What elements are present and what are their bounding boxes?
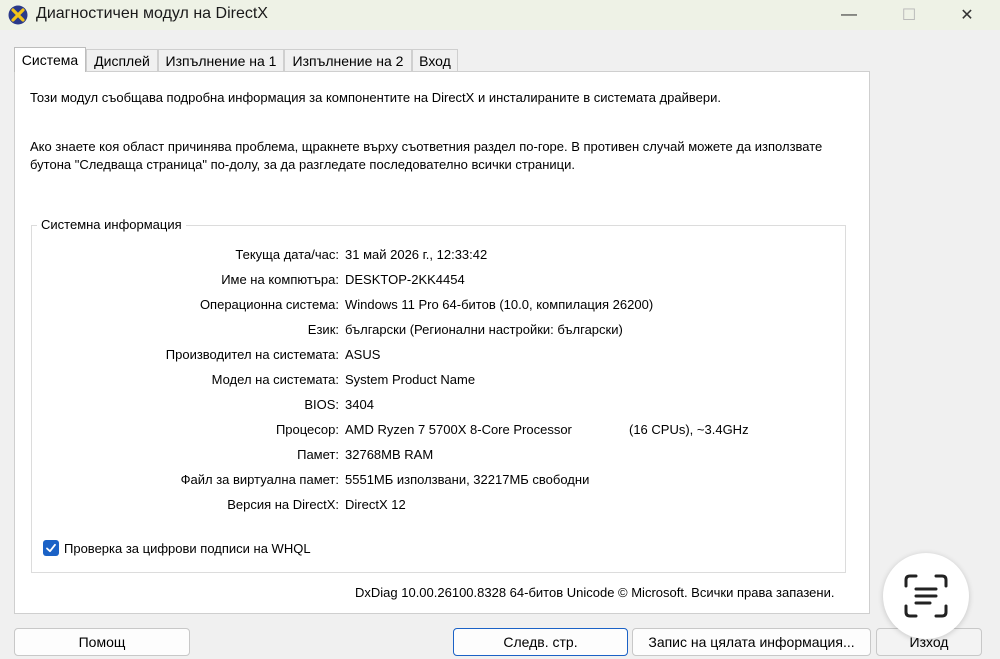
info-row-language: Език: български (Регионални настройки: б…: [32, 322, 845, 342]
system-info-legend: Системна информация: [37, 217, 186, 232]
info-value: ASUS: [345, 347, 381, 362]
intro-text: Този модул съобщава подробна информация …: [30, 90, 721, 105]
info-label: Версия на DirectX:: [227, 497, 339, 512]
info-value: 32768MB RAM: [345, 447, 434, 462]
maximize-icon: ☐: [901, 7, 917, 24]
info-row-bios: BIOS: 3404: [32, 397, 845, 417]
info-value: 5551МБ използвани, 32217МБ свободни: [345, 472, 590, 487]
save-all-info-button[interactable]: Запис на цялата информация...: [632, 628, 871, 656]
system-info-group: Системна информация Текуща дата/час: 31 …: [31, 217, 846, 573]
tab-display[interactable]: Дисплей: [86, 49, 158, 71]
info-row-computer-name: Име на компютъра: DESKTOP-2KK4454: [32, 272, 845, 292]
tab-input[interactable]: Вход: [412, 49, 458, 71]
system-tab-panel: Този модул съобщава подробна информация …: [14, 71, 870, 614]
info-value: Windows 11 Pro 64-битов (10.0, компилаци…: [345, 297, 654, 312]
help-button[interactable]: Помощ: [14, 628, 190, 656]
whql-checkbox-label[interactable]: Проверка за цифрови подписи на WHQL: [64, 541, 311, 556]
tab-render-1[interactable]: Изпълнение на 1: [158, 49, 284, 71]
info-row-os: Операционна система: Windows 11 Pro 64-б…: [32, 297, 845, 317]
info-value: DirectX 12: [345, 497, 406, 512]
info-row-datetime: Текуща дата/час: 31 май 2026 г., 12:33:4…: [32, 247, 845, 267]
info-label: Име на компютъра:: [221, 272, 339, 287]
info-value-cpu-count: (16 CPUs), ~3.4GHz: [629, 422, 749, 437]
copyright-text: DxDiag 10.00.26100.8328 64-битов Unicode…: [355, 585, 835, 600]
info-row-page-file: Файл за виртуална памет: 5551МБ използва…: [32, 472, 845, 492]
info-value: 3404: [345, 397, 374, 412]
info-label: Процесор:: [275, 422, 339, 437]
checkmark-icon: [46, 543, 56, 553]
tab-render-2[interactable]: Изпълнение на 2: [284, 49, 412, 71]
info-value: DESKTOP-2KK4454: [345, 272, 465, 287]
next-page-button[interactable]: Следв. стр.: [453, 628, 628, 656]
whql-checkbox[interactable]: [43, 540, 59, 556]
maximize-button[interactable]: ☐: [886, 0, 932, 30]
window-title: Диагностичен модул на DirectX: [36, 5, 268, 22]
tab-system[interactable]: Система: [14, 47, 86, 72]
info-label: Текуща дата/час:: [235, 247, 339, 262]
minimize-button[interactable]: —: [826, 0, 872, 30]
info-row-manufacturer: Производител на системата: ASUS: [32, 347, 845, 367]
directx-x-icon: [8, 5, 28, 25]
info-value: български (Регионални настройки: българс…: [345, 322, 623, 337]
minimize-icon: —: [841, 6, 857, 23]
close-icon: ✕: [960, 7, 974, 24]
info-row-model: Модел на системата: System Product Name: [32, 372, 845, 392]
info-label: Език:: [307, 322, 339, 337]
text-scan-icon: [904, 574, 948, 618]
close-button[interactable]: ✕: [944, 0, 990, 30]
help-text: Ако знаете коя област причинява проблема…: [30, 139, 823, 172]
info-label: BIOS:: [304, 397, 339, 412]
info-row-memory: Памет: 32768MB RAM: [32, 447, 845, 467]
info-label: Операционна система:: [199, 297, 339, 312]
info-label: Памет:: [297, 447, 339, 462]
info-row-processor: Процесор: AMD Ryzen 7 5700X 8-Core Proce…: [32, 422, 845, 442]
info-row-directx-version: Версия на DirectX: DirectX 12: [32, 497, 845, 517]
info-label: Файл за виртуална памет:: [180, 472, 339, 487]
info-value: 31 май 2026 г., 12:33:42: [345, 247, 488, 262]
info-label: Производител на системата:: [165, 347, 339, 362]
title-bar: Диагностичен модул на DirectX — ☐ ✕: [0, 0, 1000, 30]
info-value: AMD Ryzen 7 5700X 8-Core Processor: [345, 422, 572, 437]
info-value: System Product Name: [345, 372, 476, 387]
info-label: Модел на системата:: [211, 372, 339, 387]
text-scan-button[interactable]: [883, 553, 969, 639]
